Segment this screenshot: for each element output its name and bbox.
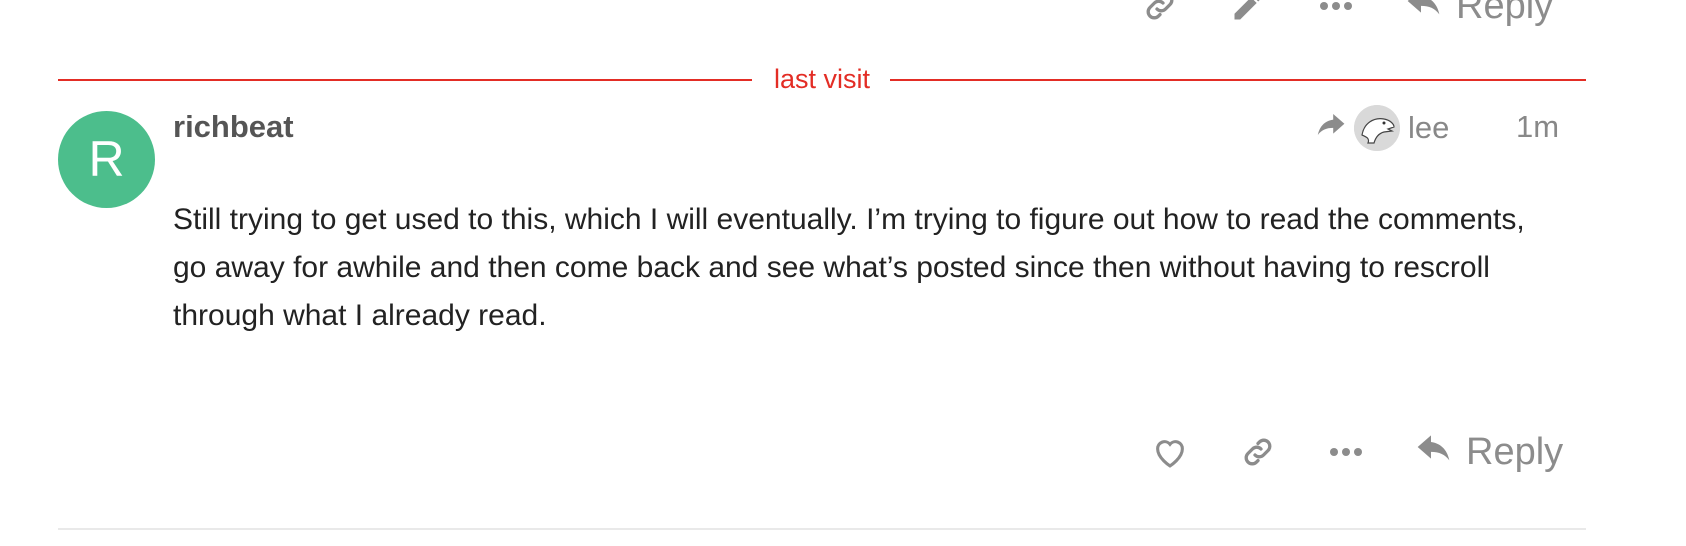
reply-label: Reply xyxy=(1466,430,1564,473)
more-button[interactable] xyxy=(1306,0,1366,12)
like-button[interactable] xyxy=(1140,435,1200,469)
post-body: Still trying to get used to this, which … xyxy=(173,196,1563,340)
link-icon xyxy=(1244,438,1272,466)
reply-to-avatar xyxy=(1354,105,1400,151)
post-actions: Reply xyxy=(1140,426,1563,478)
pencil-icon xyxy=(1234,0,1260,20)
last-visit-line-right xyxy=(890,79,1586,81)
ellipsis-icon xyxy=(1320,2,1352,10)
reply-label: Reply xyxy=(1456,0,1554,27)
post-date[interactable]: 1m xyxy=(1516,108,1559,146)
reply-to-username: lee xyxy=(1408,110,1450,145)
ellipsis-icon xyxy=(1330,448,1362,456)
avatar[interactable]: R xyxy=(58,111,155,208)
copy-link-button[interactable] xyxy=(1228,434,1288,470)
copy-link-button[interactable] xyxy=(1130,0,1190,24)
dinosaur-avatar-icon xyxy=(1354,105,1400,151)
last-visit-line-left xyxy=(58,79,752,81)
reply-icon xyxy=(1407,0,1440,15)
link-icon xyxy=(1146,0,1174,20)
edit-button[interactable] xyxy=(1218,0,1278,24)
avatar-letter: R xyxy=(88,131,125,187)
last-visit-label: last visit xyxy=(773,64,871,94)
more-button[interactable] xyxy=(1316,446,1376,458)
username[interactable]: richbeat xyxy=(173,108,294,146)
post-divider xyxy=(58,528,1586,530)
reply-to-indicator[interactable]: lee xyxy=(1312,104,1449,152)
reply-arrow-icon xyxy=(1317,114,1345,135)
previous-post-actions: Reply xyxy=(1130,0,1553,28)
reply-button[interactable]: Reply xyxy=(1416,431,1563,474)
reply-icon xyxy=(1417,435,1450,461)
heart-icon xyxy=(1156,440,1184,468)
reply-button[interactable]: Reply xyxy=(1406,0,1553,28)
post-text: Still trying to get used to this, which … xyxy=(173,203,1525,332)
